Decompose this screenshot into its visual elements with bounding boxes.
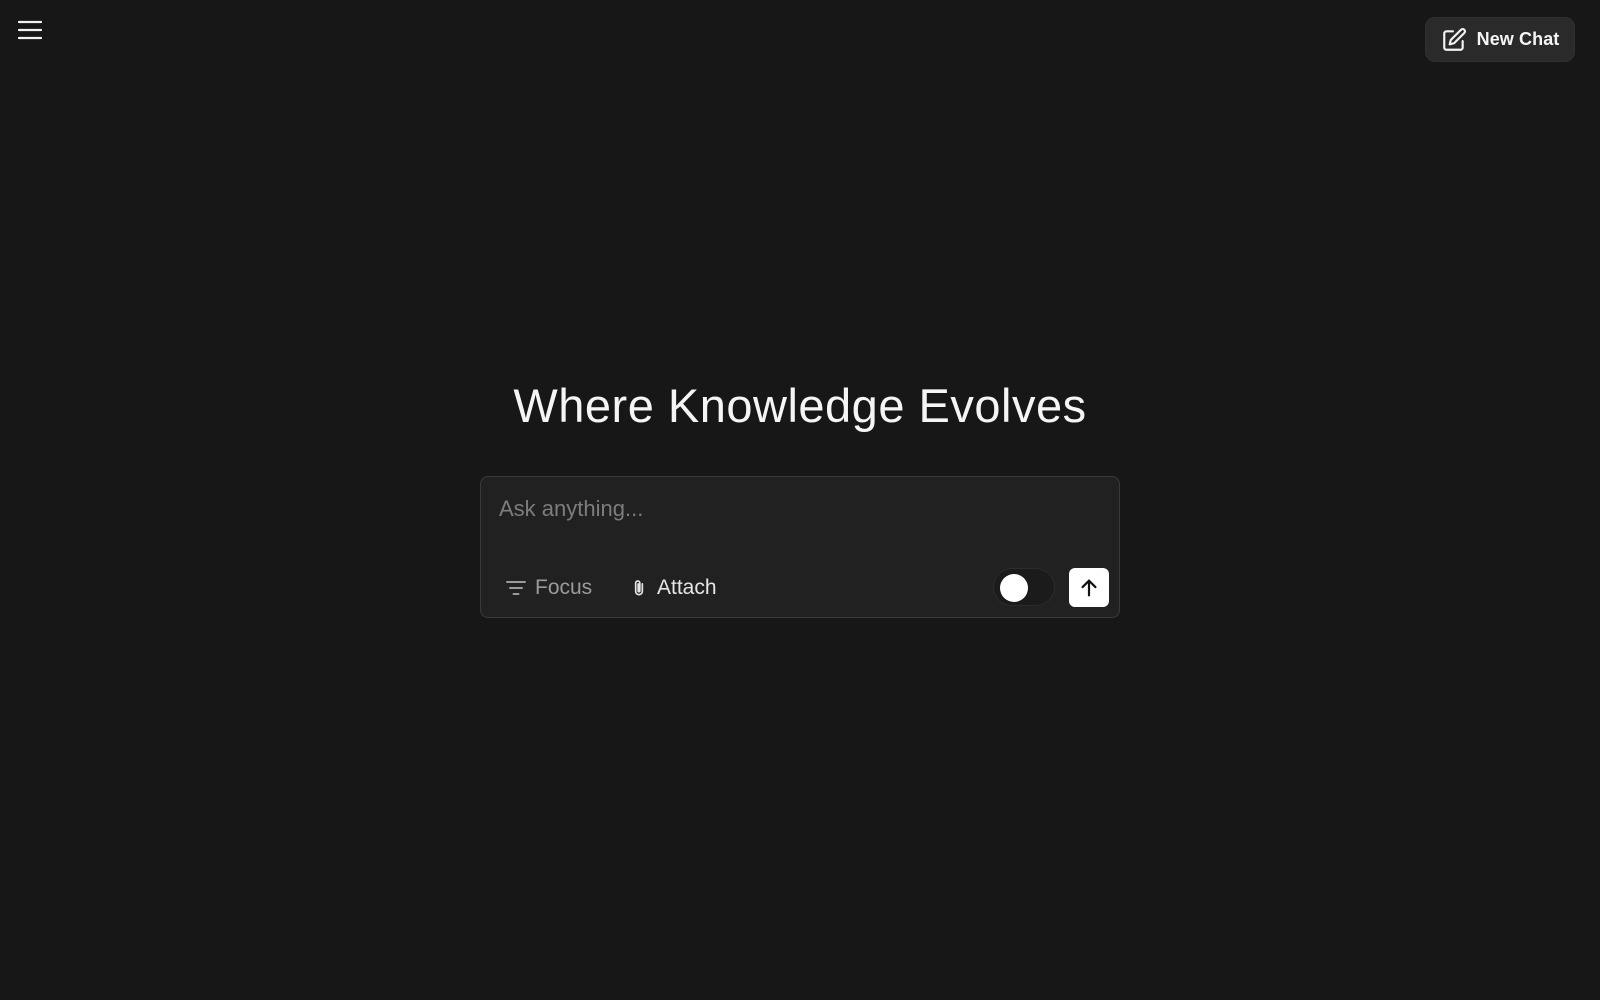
focus-button[interactable]: Focus xyxy=(505,573,592,603)
composer: Focus Attach xyxy=(480,476,1120,618)
attach-label: Attach xyxy=(657,576,717,599)
attach-button[interactable]: Attach xyxy=(629,573,717,603)
page-title: Where Knowledge Evolves xyxy=(513,379,1087,432)
pro-toggle[interactable] xyxy=(993,568,1055,606)
new-chat-label: New Chat xyxy=(1476,29,1560,49)
focus-label: Focus xyxy=(535,576,593,599)
page: New Chat Where Knowledge Evolves Focus A… xyxy=(0,0,1600,1000)
menu-button[interactable] xyxy=(14,14,46,46)
toggle-knob xyxy=(1000,574,1028,602)
filter-lines-icon xyxy=(506,581,526,595)
paperclip-icon xyxy=(634,580,644,596)
hamburger-menu-icon xyxy=(17,20,43,40)
edit-square-icon xyxy=(1442,27,1466,51)
arrow-up-icon xyxy=(1081,579,1097,596)
send-button[interactable] xyxy=(1069,568,1109,607)
new-chat-button[interactable]: New Chat xyxy=(1425,17,1575,62)
ask-input[interactable] xyxy=(499,491,1099,527)
